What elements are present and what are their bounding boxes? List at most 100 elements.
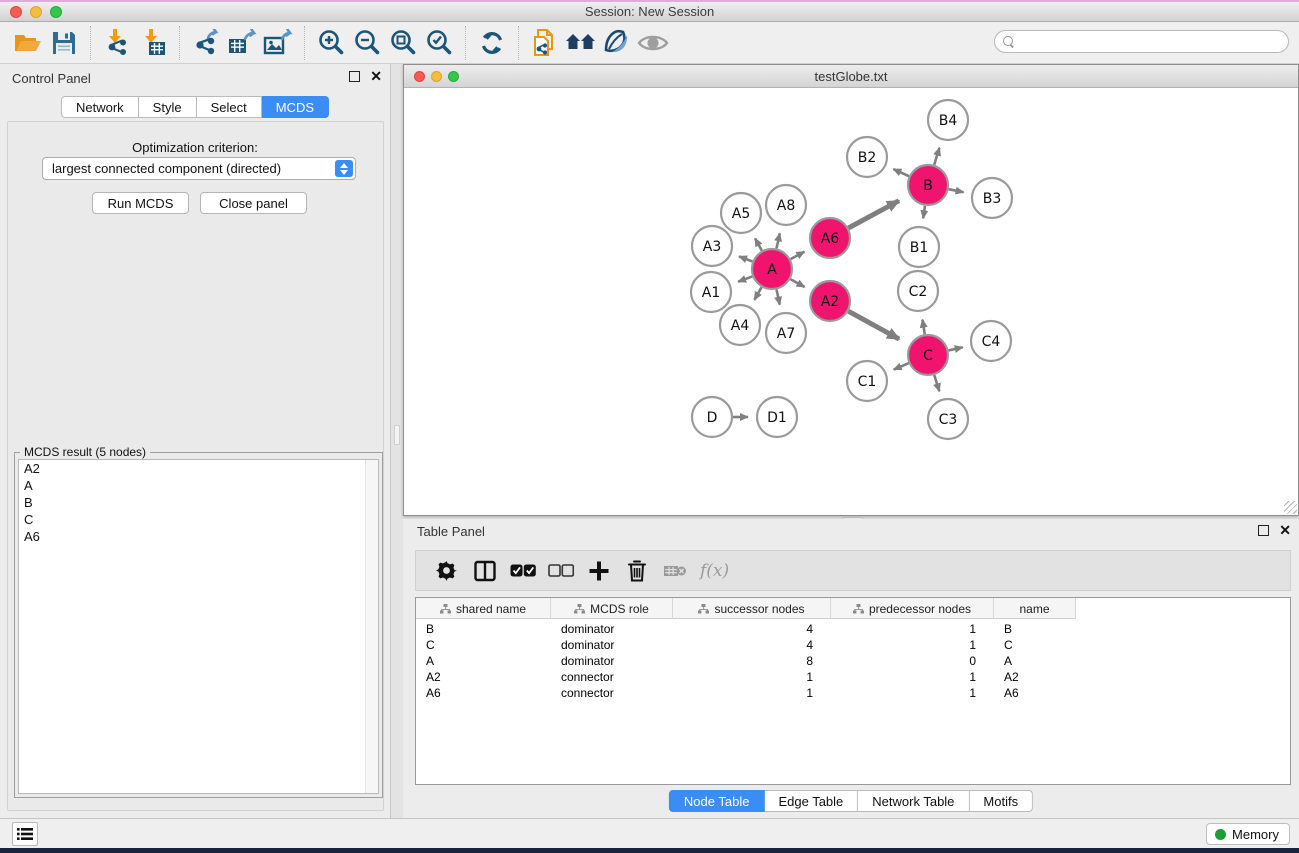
show-graphics-details-icon[interactable] [599, 26, 635, 60]
close-window-button[interactable] [10, 6, 22, 18]
graph-edge-B-B3[interactable] [949, 189, 964, 192]
import-table-icon[interactable] [135, 26, 171, 60]
tab-edge-table[interactable]: Edge Table [764, 790, 858, 812]
graph-edge-B-B4[interactable] [934, 148, 939, 165]
run-mcds-button[interactable]: Run MCDS [92, 192, 189, 214]
mcds-result-item[interactable]: C [19, 511, 378, 528]
graph-node-label: A4 [731, 318, 750, 334]
graph-node-label: C2 [909, 284, 928, 300]
graph-edge-A-A3[interactable] [739, 256, 752, 261]
network-close-button[interactable] [414, 71, 425, 82]
toolbar-separator [518, 26, 519, 60]
column-header-predecessor-nodes[interactable]: predecessor nodes [831, 598, 994, 619]
list-scrollbar[interactable] [365, 460, 378, 793]
show-column-panel-icon[interactable] [466, 555, 504, 587]
graph-edge-A-A8[interactable] [776, 233, 779, 248]
close-panel-icon[interactable]: ✕ [1279, 525, 1291, 536]
mcds-result-item[interactable]: A2 [19, 460, 378, 477]
birds-eye-view-icon[interactable] [635, 26, 671, 60]
minimize-window-button[interactable] [30, 6, 42, 18]
select-all-columns-icon[interactable] [504, 555, 542, 587]
memory-button[interactable]: Memory [1206, 823, 1290, 845]
tab-select[interactable]: Select [197, 96, 262, 118]
export-network-icon[interactable] [188, 26, 224, 60]
graph-edge-C-C1[interactable] [894, 363, 909, 369]
graph-edge-B-B2[interactable] [893, 169, 909, 176]
zoom-in-icon[interactable] [313, 26, 349, 60]
network-zoom-button[interactable] [448, 71, 459, 82]
tab-style[interactable]: Style [139, 96, 197, 118]
tab-network-table[interactable]: Network Table [858, 790, 969, 812]
table-row[interactable]: Adominator80A [416, 653, 1290, 669]
network-window-titlebar[interactable]: testGlobe.txt [404, 65, 1298, 88]
table-header-row[interactable]: shared nameMCDS rolesuccessor nodesprede… [416, 598, 1076, 619]
network-window-title: testGlobe.txt [404, 69, 1298, 84]
graph-edge-A-A6[interactable] [791, 252, 805, 259]
network-canvas[interactable]: AA1A2A3A4A5A6A7A8BB1B2B3B4CC1C2C3C4DD1 [404, 88, 1298, 515]
graph-edge-A-A1[interactable] [738, 276, 752, 281]
table-settings-gear-icon[interactable] [428, 555, 466, 587]
zoom-fit-icon[interactable] [385, 26, 421, 60]
graph-edge-A6-B[interactable] [848, 201, 899, 228]
delete-column-trash-icon[interactable] [618, 555, 656, 587]
zoom-selected-icon[interactable] [421, 26, 457, 60]
task-history-button[interactable] [12, 822, 38, 846]
close-panel-button[interactable]: Close panel [200, 192, 307, 214]
zoom-out-icon[interactable] [349, 26, 385, 60]
graph-node-label: A8 [777, 198, 795, 214]
new-network-icon[interactable] [527, 26, 563, 60]
unselect-all-columns-icon[interactable] [542, 555, 580, 587]
graph-edge-C-C3[interactable] [934, 375, 939, 391]
window-resize-grip[interactable] [1284, 501, 1297, 514]
column-header-MCDS-role[interactable]: MCDS role [551, 598, 673, 619]
graph-edge-A-A2[interactable] [790, 279, 804, 287]
float-panel-icon[interactable] [349, 71, 360, 82]
import-network-icon[interactable] [99, 26, 135, 60]
graph-edge-A-A7[interactable] [776, 290, 779, 305]
criterion-select[interactable]: largest connected component (directed) [42, 157, 356, 180]
function-builder-icon[interactable]: f(x) [700, 561, 729, 581]
zoom-window-button[interactable] [50, 6, 62, 18]
delete-table-icon[interactable] [656, 555, 694, 587]
graph-node-label: A5 [732, 206, 750, 222]
graph-node-label: B1 [910, 240, 929, 256]
table-row[interactable]: Cdominator41C [416, 637, 1290, 653]
vertical-splitter-handle[interactable] [394, 425, 400, 445]
mcds-result-item[interactable]: A [19, 477, 378, 494]
close-panel-icon[interactable]: ✕ [370, 71, 382, 82]
mcds-result-list[interactable]: A2ABCA6 [18, 459, 379, 794]
table-row[interactable]: A2connector11A2 [416, 669, 1290, 685]
mcds-result-item[interactable]: B [19, 494, 378, 511]
save-session-icon[interactable] [46, 26, 82, 60]
mcds-result-item[interactable]: A6 [19, 528, 378, 545]
desktop-edge [0, 0, 1299, 2]
graph-edge-B-B1[interactable] [923, 206, 925, 219]
network-minimize-button[interactable] [431, 71, 442, 82]
tab-node-table[interactable]: Node Table [669, 790, 765, 812]
graph-edge-C-C2[interactable] [922, 320, 924, 335]
table-cell: 1 [831, 685, 994, 701]
column-header-name[interactable]: name [994, 598, 1076, 619]
search-field[interactable] [994, 30, 1289, 53]
graph-edge-A-A5[interactable] [755, 238, 762, 250]
node-table[interactable]: shared nameMCDS rolesuccessor nodesprede… [415, 597, 1291, 785]
first-neighbors-icon[interactable] [563, 26, 599, 60]
table-row[interactable]: Bdominator41B [416, 621, 1290, 637]
export-image-icon[interactable] [260, 26, 296, 60]
graph-edge-A2-C[interactable] [848, 311, 899, 339]
graph-edge-C-C4[interactable] [948, 347, 962, 350]
table-row[interactable]: A6connector11A6 [416, 685, 1290, 701]
network-graph[interactable]: AA1A2A3A4A5A6A7A8BB1B2B3B4CC1C2C3C4DD1 [404, 88, 1298, 515]
graph-edge-A-A4[interactable] [754, 287, 761, 300]
tab-mcds[interactable]: MCDS [262, 96, 329, 118]
column-header-shared-name[interactable]: shared name [416, 598, 551, 619]
export-table-icon[interactable] [224, 26, 260, 60]
apply-layout-icon[interactable] [474, 26, 510, 60]
open-session-icon[interactable] [10, 26, 46, 60]
create-column-icon[interactable] [580, 555, 618, 587]
float-panel-icon[interactable] [1258, 525, 1269, 536]
column-header-successor-nodes[interactable]: successor nodes [673, 598, 831, 619]
tab-network[interactable]: Network [61, 96, 139, 118]
search-input[interactable] [1019, 33, 1288, 51]
tab-motifs[interactable]: Motifs [969, 790, 1033, 812]
